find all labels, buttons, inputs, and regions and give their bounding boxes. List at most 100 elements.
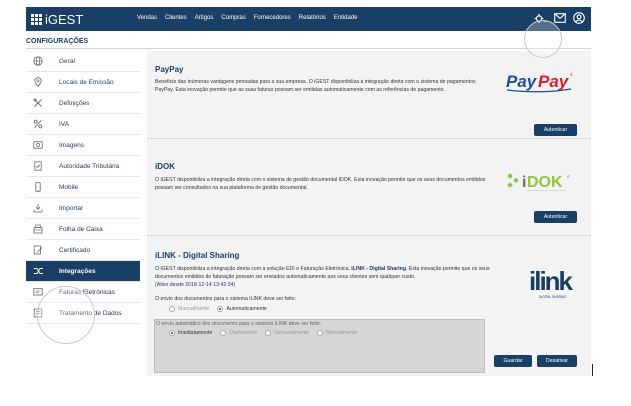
nav-fornecedores[interactable]: Fornecedores <box>254 15 291 21</box>
sidebar-item-definicoes[interactable]: Definições <box>26 93 140 114</box>
radio-semanalmente[interactable]: Semanalmente <box>265 330 309 336</box>
radio-manualmente[interactable]: Manualmente <box>169 306 209 312</box>
automatic-send-options-box: O envio automático dos documento para o … <box>154 319 485 373</box>
sidebar-item-label: IVA <box>59 120 69 128</box>
nav-vendas[interactable]: Vendas <box>137 15 157 21</box>
idok-authenticate-button[interactable]: Autenticar <box>534 211 577 223</box>
sidebar-item-integracoes[interactable]: Integrações <box>26 261 140 282</box>
sidebar-item-label: Autoridade Tributária <box>59 162 120 170</box>
globe-icon <box>32 55 44 67</box>
ilink-description: O iGEST disponibiliza a integração diret… <box>155 265 501 281</box>
svg-text:i: i <box>522 174 526 191</box>
grid-icon <box>31 14 42 25</box>
sidebar-item-label: Importar <box>59 204 84 212</box>
sidebar-item-label: Imagens <box>59 141 84 149</box>
sidebar-item-certificado[interactable]: Certificado <box>26 240 140 261</box>
radio-automaticamente[interactable]: Automaticamente <box>217 306 267 312</box>
nav-clientes[interactable]: Clientes <box>165 15 187 21</box>
main-nav: Vendas Clientes Artigos Compras Forneced… <box>137 15 357 21</box>
mobile-icon <box>32 181 44 193</box>
paypay-section: PayPay Beneficie das inúmeras vantagens … <box>147 51 591 139</box>
location-pin-icon <box>32 76 44 88</box>
integrations-panel: PayPay Beneficie das inúmeras vantagens … <box>147 51 591 376</box>
ilink-active-since: (Ativo desde 2018-12-14 13:42:34) <box>155 282 236 288</box>
radio-mensalmente[interactable]: Mensalmente <box>317 330 357 336</box>
radio-label: Semanalmente <box>274 330 310 336</box>
radio-diariamente[interactable]: Diariamente <box>220 330 257 336</box>
radio-imediatamente[interactable]: Imediatamente <box>169 330 212 336</box>
settings-sidebar: Geral Locais de Emissão Definições IVA I… <box>26 51 140 324</box>
ilink-logo-subtitle: DIGITAL SHARING <box>539 295 567 299</box>
sidebar-item-iva[interactable]: IVA <box>26 114 140 135</box>
svg-text:DOK: DOK <box>527 174 563 191</box>
mail-icon[interactable] <box>554 13 566 23</box>
ilink-description-part: O iGEST disponibiliza a integração diret… <box>155 266 352 272</box>
nav-compras[interactable]: Compras <box>221 15 245 21</box>
radio-indicator <box>217 306 224 312</box>
text-cursor-mark <box>592 364 593 376</box>
paypay-title: PayPay <box>155 65 184 74</box>
radio-indicator <box>169 330 175 336</box>
idok-title: iDOK <box>155 162 175 171</box>
save-button[interactable]: Guardar <box>494 355 532 367</box>
cursor-highlight-ring <box>524 20 562 58</box>
radio-label: Diariamente <box>229 330 258 336</box>
sidebar-item-importar[interactable]: Importar <box>26 198 140 219</box>
certificate-edit-icon <box>32 244 44 256</box>
percent-icon <box>32 118 44 130</box>
import-icon <box>32 202 44 214</box>
ilink-frequency-group: Imediatamente Diariamente Semanalmente M… <box>169 330 357 336</box>
automatic-send-label: O envio automático dos documento para o … <box>156 321 322 327</box>
paypay-authenticate-button[interactable]: Autenticar <box>534 124 577 136</box>
svg-text:Pay: Pay <box>506 72 538 91</box>
title-divider <box>26 48 591 49</box>
ilink-product-name: iLINK - Digital Sharing <box>351 266 407 272</box>
sidebar-item-imagens[interactable]: Imagens <box>26 135 140 156</box>
sidebar-item-label: Locais de Emissão <box>59 78 114 86</box>
paypay-logo: Pay Pay ® <box>505 69 577 98</box>
integration-arrows-icon <box>32 265 44 277</box>
sidebar-item-label: Mobile <box>59 183 79 191</box>
ilink-send-label: O envio dos documentos para o sistema iL… <box>155 296 296 302</box>
sidebar-item-mobile[interactable]: Mobile <box>26 177 140 198</box>
sidebar-item-autoridade-tributaria[interactable]: Autoridade Tributária <box>26 156 140 177</box>
radio-indicator <box>265 330 272 336</box>
idok-section: iDOK O iGEST disponibiliza a integração … <box>147 148 591 236</box>
nav-artigos[interactable]: Artigos <box>195 15 214 21</box>
nav-relatorios[interactable]: Relatórios <box>299 15 326 21</box>
paypay-description: Beneficie das inúmeras vantagens pensada… <box>155 79 476 93</box>
svg-text:®: ® <box>570 72 573 77</box>
svg-text:®: ® <box>567 175 570 179</box>
top-navigation-bar: iGEST Vendas Clientes Artigos Compras Fo… <box>26 7 591 31</box>
cursor-highlight-ring <box>37 286 95 344</box>
page-title: CONFIGURAÇÕES <box>26 38 89 45</box>
sidebar-item-locais-de-emissao[interactable]: Locais de Emissão <box>26 72 140 93</box>
radio-indicator <box>317 330 324 336</box>
radio-label: Mensalmente <box>326 330 358 336</box>
ilink-logo-text: ilink <box>529 266 574 296</box>
ilink-section: iLINK - Digital Sharing O iGEST disponib… <box>147 238 591 376</box>
radio-label: Automaticamente <box>226 306 267 312</box>
image-icon <box>32 139 44 151</box>
idok-logo: i DOK ® <box>505 171 577 198</box>
sidebar-item-geral[interactable]: Geral <box>26 51 140 72</box>
ilink-title: iLINK - Digital Sharing <box>155 251 240 260</box>
ilink-logo: ilink DIGITAL SHARING <box>527 266 577 305</box>
sidebar-item-label: Certificado <box>59 246 91 254</box>
radio-indicator <box>169 306 175 312</box>
brand-name: iGEST <box>45 12 84 27</box>
ilink-send-mode-group: Manualmente Automaticamente <box>169 306 267 312</box>
user-icon[interactable] <box>573 12 585 24</box>
sidebar-item-label: Geral <box>59 57 75 65</box>
cash-register-icon <box>32 223 44 235</box>
brand-logo[interactable]: iGEST <box>31 12 83 27</box>
svg-text:Pay: Pay <box>538 72 570 91</box>
radio-indicator <box>220 330 227 336</box>
deactivate-button[interactable]: Desativar <box>537 355 577 367</box>
sidebar-item-label: Folha de Caixa <box>59 225 103 233</box>
idok-description: O iGEST disponibiliza a integração diret… <box>155 177 486 191</box>
radio-label: Imediatamente <box>178 330 213 336</box>
nav-entidade[interactable]: Entidade <box>334 15 358 21</box>
sidebar-item-label: Definições <box>59 99 90 107</box>
sidebar-item-folha-de-caixa[interactable]: Folha de Caixa <box>26 219 140 240</box>
